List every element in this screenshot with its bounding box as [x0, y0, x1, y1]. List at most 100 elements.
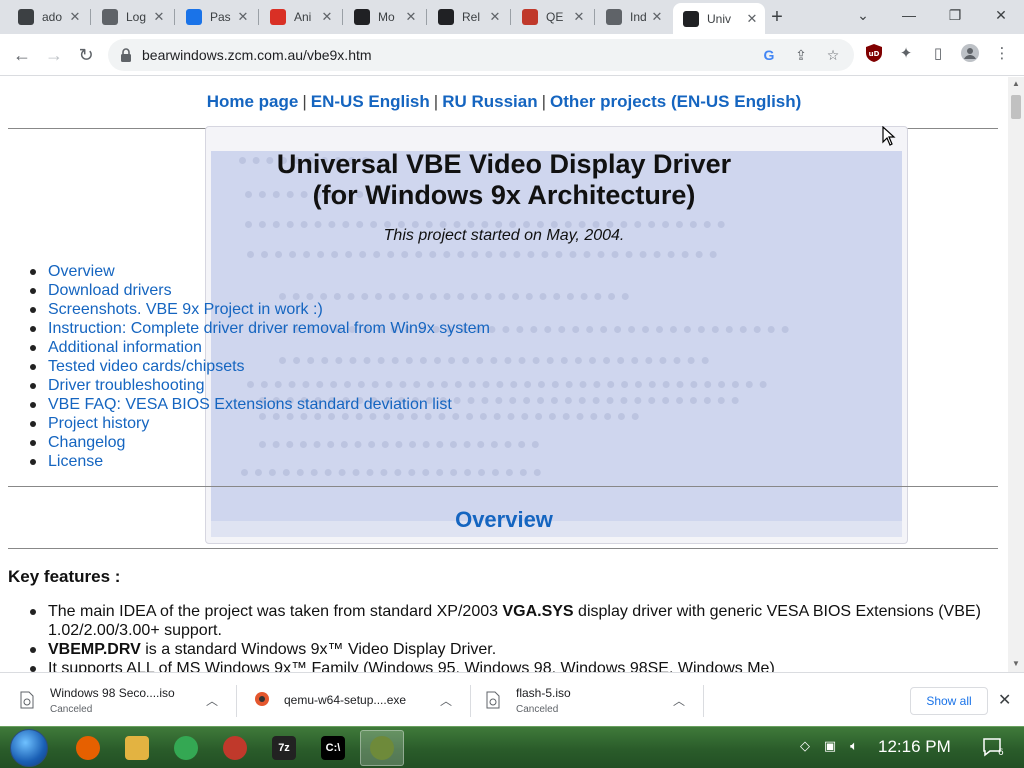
taskbar-firefox[interactable]: [66, 730, 110, 766]
scrollbar-thumb[interactable]: [1011, 95, 1021, 119]
download-item[interactable]: Windows 98 Seco....iso Canceled: [20, 673, 175, 727]
volume-icon[interactable]: 🔈︎: [845, 738, 863, 756]
feature-text: The main IDEA of the project was taken f…: [48, 603, 503, 620]
toc-link[interactable]: Download drivers: [30, 281, 490, 300]
back-icon[interactable]: ←: [11, 44, 33, 66]
extensions-icon[interactable]: ✦: [896, 44, 916, 64]
toc-link[interactable]: Project history: [30, 414, 490, 433]
side-panel-icon[interactable]: ▯: [928, 44, 948, 64]
download-text: qemu-w64-setup....exe: [284, 693, 406, 707]
toc-link[interactable]: Additional information: [30, 338, 490, 357]
forward-icon[interactable]: →: [43, 44, 65, 66]
taskbar-flash[interactable]: [213, 730, 257, 766]
download-separator: [236, 685, 237, 717]
restore-button[interactable]: ❐: [940, 4, 970, 26]
clock[interactable]: 12:16 PM: [878, 737, 951, 757]
top-navigation: Home page | EN-US English | RU Russian | Other…: [0, 92, 1008, 112]
google-lens-icon[interactable]: G: [760, 46, 778, 64]
tab-rel[interactable]: Rel ✕: [428, 4, 508, 30]
show-all-downloads-button[interactable]: Show all: [910, 687, 988, 715]
start-button[interactable]: [10, 729, 48, 767]
nav-link[interactable]: Home page: [207, 92, 299, 111]
close-tab-icon[interactable]: ✕: [152, 9, 166, 25]
feature-item: It supports ALL of MS Windows 9x™ Family…: [30, 659, 988, 672]
globe-icon: [102, 9, 118, 25]
download-options-chevron-icon[interactable]: ︿: [440, 692, 452, 709]
url-text[interactable]: bearwindows.zcm.com.au/vbe9x.htm: [142, 47, 372, 63]
close-tab-icon[interactable]: ✕: [745, 11, 759, 27]
window-icon: [354, 9, 370, 25]
address-bar[interactable]: bearwindows.zcm.com.au/vbe9x.htm G ⇪ ☆: [108, 39, 854, 71]
close-tab-icon[interactable]: ✕: [650, 9, 664, 25]
toc-link[interactable]: License: [30, 452, 490, 471]
tab-ani[interactable]: Ani ✕: [260, 4, 340, 30]
tab-title: Ind: [630, 10, 647, 24]
taskbar-cmd[interactable]: C:\: [311, 730, 355, 766]
tab-qe[interactable]: QE ✕: [512, 4, 592, 30]
tab-log[interactable]: Log ✕: [92, 4, 172, 30]
tab-univ[interactable]: Univ ✕: [673, 3, 765, 34]
reload-icon[interactable]: ↻: [75, 44, 97, 66]
minimize-button[interactable]: —: [894, 4, 924, 26]
nav-link[interactable]: RU Russian: [442, 92, 537, 111]
tab-title: Rel: [462, 10, 481, 24]
tab-ado[interactable]: ado ✕: [8, 4, 88, 30]
disc-file-icon: [20, 691, 36, 709]
taskbar-chrome[interactable]: [164, 730, 208, 766]
notification-center-icon[interactable]: 6: [982, 737, 1004, 758]
menu-kebab-icon[interactable]: ⋮: [992, 44, 1012, 64]
download-options-chevron-icon[interactable]: ︿: [673, 692, 685, 709]
bookmark-star-icon[interactable]: ☆: [824, 46, 842, 64]
close-tab-icon[interactable]: ✕: [320, 9, 334, 25]
toc-link[interactable]: Tested video cards/chipsets: [30, 357, 490, 376]
close-tab-icon[interactable]: ✕: [572, 9, 586, 25]
toc-link[interactable]: VBE FAQ: VESA BIOS Extensions standard d…: [30, 395, 490, 414]
download-item[interactable]: qemu-w64-setup....exe: [254, 673, 406, 727]
taskbar-qemu[interactable]: [360, 730, 404, 766]
tab-strip: ado ✕ Log ✕ Pas ✕ Ani ✕ Mo ✕ Rel ✕ QE ✕ Ind ✕ Univ ✕ + ⌄ …: [0, 0, 1024, 34]
download-status: Canceled: [516, 703, 559, 715]
tab-separator: [90, 9, 91, 25]
close-tab-icon[interactable]: ✕: [236, 9, 250, 25]
lock-icon[interactable]: [120, 48, 132, 62]
overview-heading[interactable]: Overview: [0, 507, 1008, 533]
nav-separator: |: [433, 92, 439, 111]
taskbar-explorer[interactable]: [115, 730, 159, 766]
taskbar-7zip[interactable]: 7z: [262, 730, 306, 766]
toc-link[interactable]: Screenshots. VBE 9x Project in work :): [30, 300, 490, 319]
toc-link[interactable]: Instruction: Complete driver driver remo…: [30, 319, 490, 338]
download-item[interactable]: flash-5.iso Canceled: [486, 673, 571, 727]
download-options-chevron-icon[interactable]: ︿: [206, 692, 218, 709]
toc-link[interactable]: Overview: [30, 262, 490, 281]
close-tab-icon[interactable]: ✕: [488, 9, 502, 25]
scroll-up-icon[interactable]: ▲: [1012, 79, 1020, 88]
close-downloads-bar-icon[interactable]: ✕: [998, 690, 1011, 710]
page-title: Universal VBE Video Display Driver (for …: [0, 149, 1008, 211]
new-tab-button[interactable]: +: [766, 6, 788, 28]
nav-link[interactable]: EN-US English: [311, 92, 430, 111]
share-icon[interactable]: ⇪: [792, 46, 810, 64]
feature-text: VGA.SYS: [502, 603, 574, 620]
profile-avatar-icon[interactable]: [960, 44, 980, 64]
tab-ind[interactable]: Ind ✕: [596, 4, 670, 30]
download-separator: [470, 685, 471, 717]
tray-overflow-icon[interactable]: ◇: [796, 738, 814, 756]
scroll-down-icon[interactable]: ▼: [1012, 659, 1020, 668]
cmd-icon: C:\: [321, 736, 345, 760]
close-window-button[interactable]: ✕: [986, 4, 1016, 26]
windows-taskbar: 7z C:\ ◇ ▣ 🔈︎ 12:16 PM 6: [0, 726, 1024, 768]
nav-link[interactable]: Other projects (EN-US English): [550, 92, 801, 111]
close-tab-icon[interactable]: ✕: [404, 9, 418, 25]
ublock-icon[interactable]: uD: [864, 44, 884, 64]
page-scrollbar[interactable]: ▲ ▼: [1008, 77, 1024, 672]
network-icon[interactable]: ▣: [821, 738, 839, 756]
tab-mo[interactable]: Mo ✕: [344, 4, 424, 30]
tab-pas[interactable]: Pas ✕: [176, 4, 256, 30]
toc-link[interactable]: Driver troubleshooting: [30, 376, 490, 395]
tab-search-icon[interactable]: ⌄: [848, 4, 878, 26]
qemu-icon: [522, 9, 538, 25]
close-tab-icon[interactable]: ✕: [68, 9, 82, 25]
qemu-icon: [370, 736, 394, 760]
feature-item: The main IDEA of the project was taken f…: [30, 602, 988, 640]
toc-link[interactable]: Changelog: [30, 433, 490, 452]
